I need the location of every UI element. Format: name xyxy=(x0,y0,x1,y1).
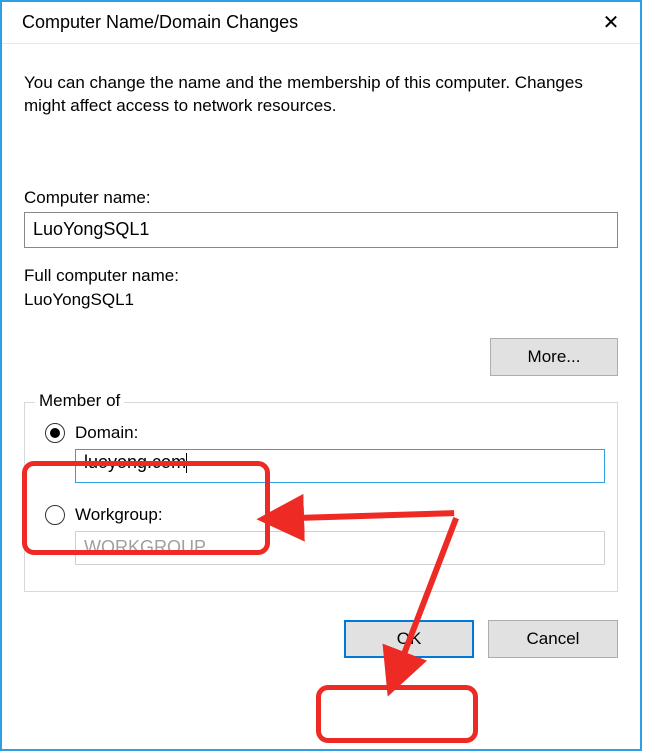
annotation-highlight-ok xyxy=(316,685,478,743)
full-computer-name-label: Full computer name: xyxy=(24,266,618,286)
full-computer-name-value: LuoYongSQL1 xyxy=(24,290,618,310)
ok-button[interactable]: OK xyxy=(344,620,474,658)
domain-radio-label[interactable]: Domain: xyxy=(75,423,138,443)
intro-text: You can change the name and the membersh… xyxy=(24,72,618,118)
domain-input[interactable]: luoyong.com xyxy=(75,449,605,483)
titlebar: Computer Name/Domain Changes ✕ xyxy=(2,2,640,44)
workgroup-radio-label[interactable]: Workgroup: xyxy=(75,505,163,525)
more-button[interactable]: More... xyxy=(490,338,618,376)
member-of-groupbox: Member of Domain: luoyong.com Workgroup: xyxy=(24,402,618,592)
dialog-window: Computer Name/Domain Changes ✕ You can c… xyxy=(0,0,642,751)
workgroup-input xyxy=(75,531,605,565)
computer-name-label: Computer name: xyxy=(24,188,618,208)
workgroup-radio[interactable] xyxy=(45,505,65,525)
dialog-content: You can change the name and the membersh… xyxy=(2,44,640,668)
cancel-button[interactable]: Cancel xyxy=(488,620,618,658)
dialog-title: Computer Name/Domain Changes xyxy=(22,12,298,33)
domain-radio[interactable] xyxy=(45,423,65,443)
computer-name-input[interactable] xyxy=(24,212,618,248)
close-icon[interactable]: ✕ xyxy=(596,8,626,38)
member-of-legend: Member of xyxy=(35,391,124,411)
dialog-button-row: OK Cancel xyxy=(24,620,618,658)
